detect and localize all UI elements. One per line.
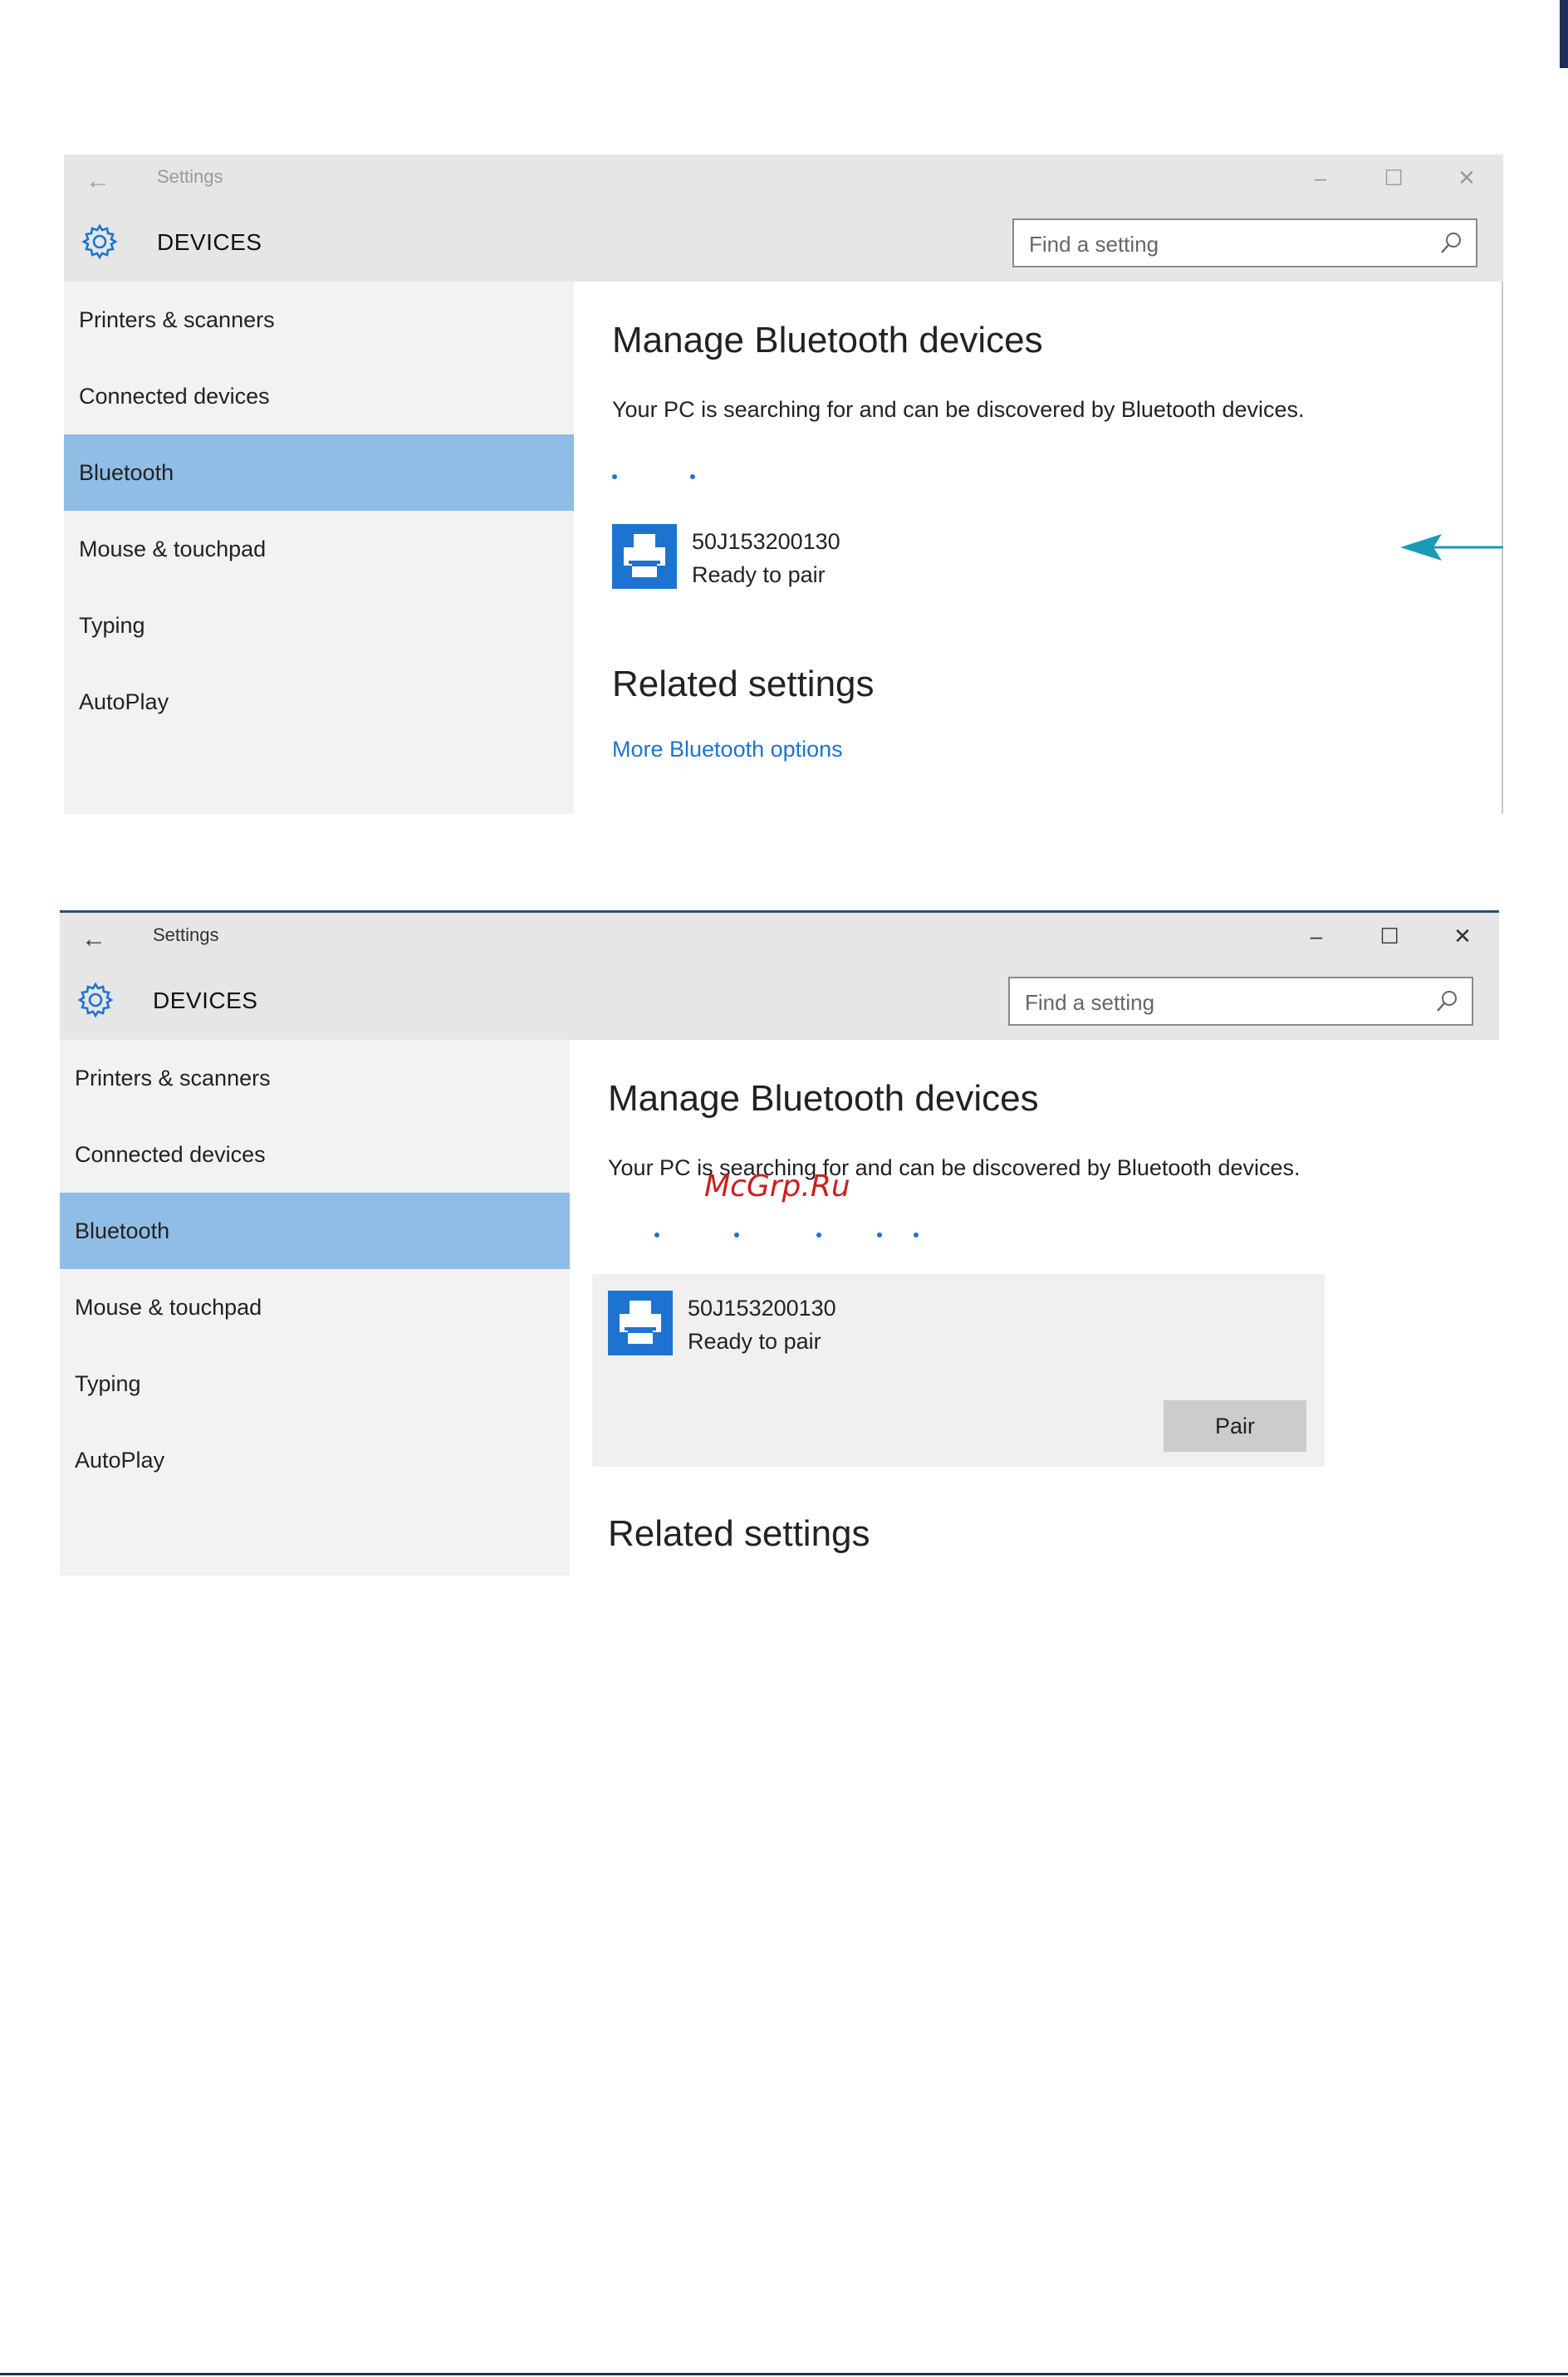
search-icon[interactable]: [1433, 988, 1460, 1015]
device-status: Ready to pair: [688, 1329, 821, 1354]
minimize-icon[interactable]: –: [1280, 913, 1353, 959]
printer-icon: [608, 1291, 673, 1355]
title-bar: ← Settings – ☐ ✕ DEVICES Find a setting: [64, 154, 1503, 282]
search-placeholder: Find a setting: [1029, 232, 1159, 257]
sidebar-item-printers[interactable]: Printers & scanners: [64, 282, 574, 358]
minimize-icon[interactable]: –: [1284, 154, 1357, 201]
progress-dot: [734, 1233, 739, 1238]
watermark-text: McGrp.Ru: [704, 1169, 850, 1203]
window-controls: – ☐ ✕: [1284, 154, 1503, 201]
progress-dot: [877, 1233, 882, 1238]
sidebar-item-typing[interactable]: Typing: [60, 1345, 570, 1422]
window-title: Settings: [157, 166, 223, 187]
related-settings-heading: Related settings: [608, 1513, 870, 1554]
close-icon[interactable]: ✕: [1430, 154, 1503, 201]
bluetooth-device-card[interactable]: 50J153200130 Ready to pair Pair: [592, 1274, 1325, 1467]
maximize-icon[interactable]: ☐: [1357, 154, 1430, 201]
callout-arrow: [1400, 534, 1503, 561]
window-title: Settings: [153, 924, 219, 945]
content-pane: Manage Bluetooth devices Your PC is sear…: [574, 282, 1503, 814]
device-status: Ready to pair: [692, 562, 826, 587]
sidebar-item-connected-devices[interactable]: Connected devices: [60, 1116, 570, 1193]
gear-icon: [79, 221, 120, 262]
pair-button[interactable]: Pair: [1164, 1400, 1306, 1452]
sidebar: Printers & scanners Connected devices Bl…: [64, 282, 574, 814]
sidebar: Printers & scanners Connected devices Bl…: [60, 1040, 570, 1576]
search-icon[interactable]: [1438, 230, 1464, 257]
content-pane: Manage Bluetooth devices Your PC is sear…: [570, 1040, 1499, 1576]
search-input[interactable]: Find a setting: [1012, 218, 1477, 267]
device-name: 50J153200130: [692, 529, 840, 554]
sidebar-item-autoplay[interactable]: AutoPlay: [64, 664, 574, 740]
title-bar: ← Settings – ☐ ✕ DEVICES Find a setting: [60, 913, 1499, 1040]
sidebar-item-printers[interactable]: Printers & scanners: [60, 1040, 570, 1116]
page-title: Manage Bluetooth devices: [608, 1078, 1039, 1119]
sidebar-item-typing[interactable]: Typing: [64, 587, 574, 664]
bluetooth-device-item[interactable]: 50J153200130 Ready to pair: [608, 1291, 1355, 1374]
progress-dot: [914, 1233, 919, 1238]
bluetooth-device-item[interactable]: 50J153200130 Ready to pair: [612, 524, 1360, 607]
close-icon[interactable]: ✕: [1426, 913, 1499, 959]
progress-dot: [612, 474, 617, 479]
related-settings-heading: Related settings: [612, 664, 875, 704]
sidebar-item-mouse-touchpad[interactable]: Mouse & touchpad: [64, 511, 574, 587]
settings-window-2: ← Settings – ☐ ✕ DEVICES Find a setting …: [60, 910, 1499, 1576]
progress-dot: [690, 474, 695, 479]
search-placeholder: Find a setting: [1025, 990, 1155, 1015]
window-controls: – ☐ ✕: [1280, 913, 1499, 959]
page-edge-mark: [1560, 0, 1568, 68]
discovery-status: Your PC is searching for and can be disc…: [612, 397, 1305, 422]
sidebar-item-mouse-touchpad[interactable]: Mouse & touchpad: [60, 1269, 570, 1345]
page-bottom-rule: [0, 2373, 1568, 2375]
sidebar-item-bluetooth[interactable]: Bluetooth: [64, 434, 574, 511]
more-bluetooth-options-link[interactable]: More Bluetooth options: [612, 737, 843, 762]
page-title: Manage Bluetooth devices: [612, 320, 1043, 360]
search-input[interactable]: Find a setting: [1008, 977, 1473, 1026]
sidebar-item-connected-devices[interactable]: Connected devices: [64, 358, 574, 434]
section-title: DEVICES: [153, 988, 258, 1013]
printer-icon: [612, 524, 677, 589]
back-arrow-icon[interactable]: ←: [75, 923, 113, 956]
back-arrow-icon[interactable]: ←: [79, 164, 117, 198]
section-title: DEVICES: [157, 229, 262, 255]
maximize-icon[interactable]: ☐: [1353, 913, 1426, 959]
progress-dot: [816, 1233, 821, 1238]
sidebar-item-bluetooth[interactable]: Bluetooth: [60, 1193, 570, 1269]
progress-dot: [654, 1233, 659, 1238]
gear-icon: [75, 979, 116, 1021]
settings-window-1: ← Settings – ☐ ✕ DEVICES Find a setting …: [64, 154, 1503, 814]
device-name: 50J153200130: [688, 1296, 836, 1321]
sidebar-item-autoplay[interactable]: AutoPlay: [60, 1422, 570, 1498]
